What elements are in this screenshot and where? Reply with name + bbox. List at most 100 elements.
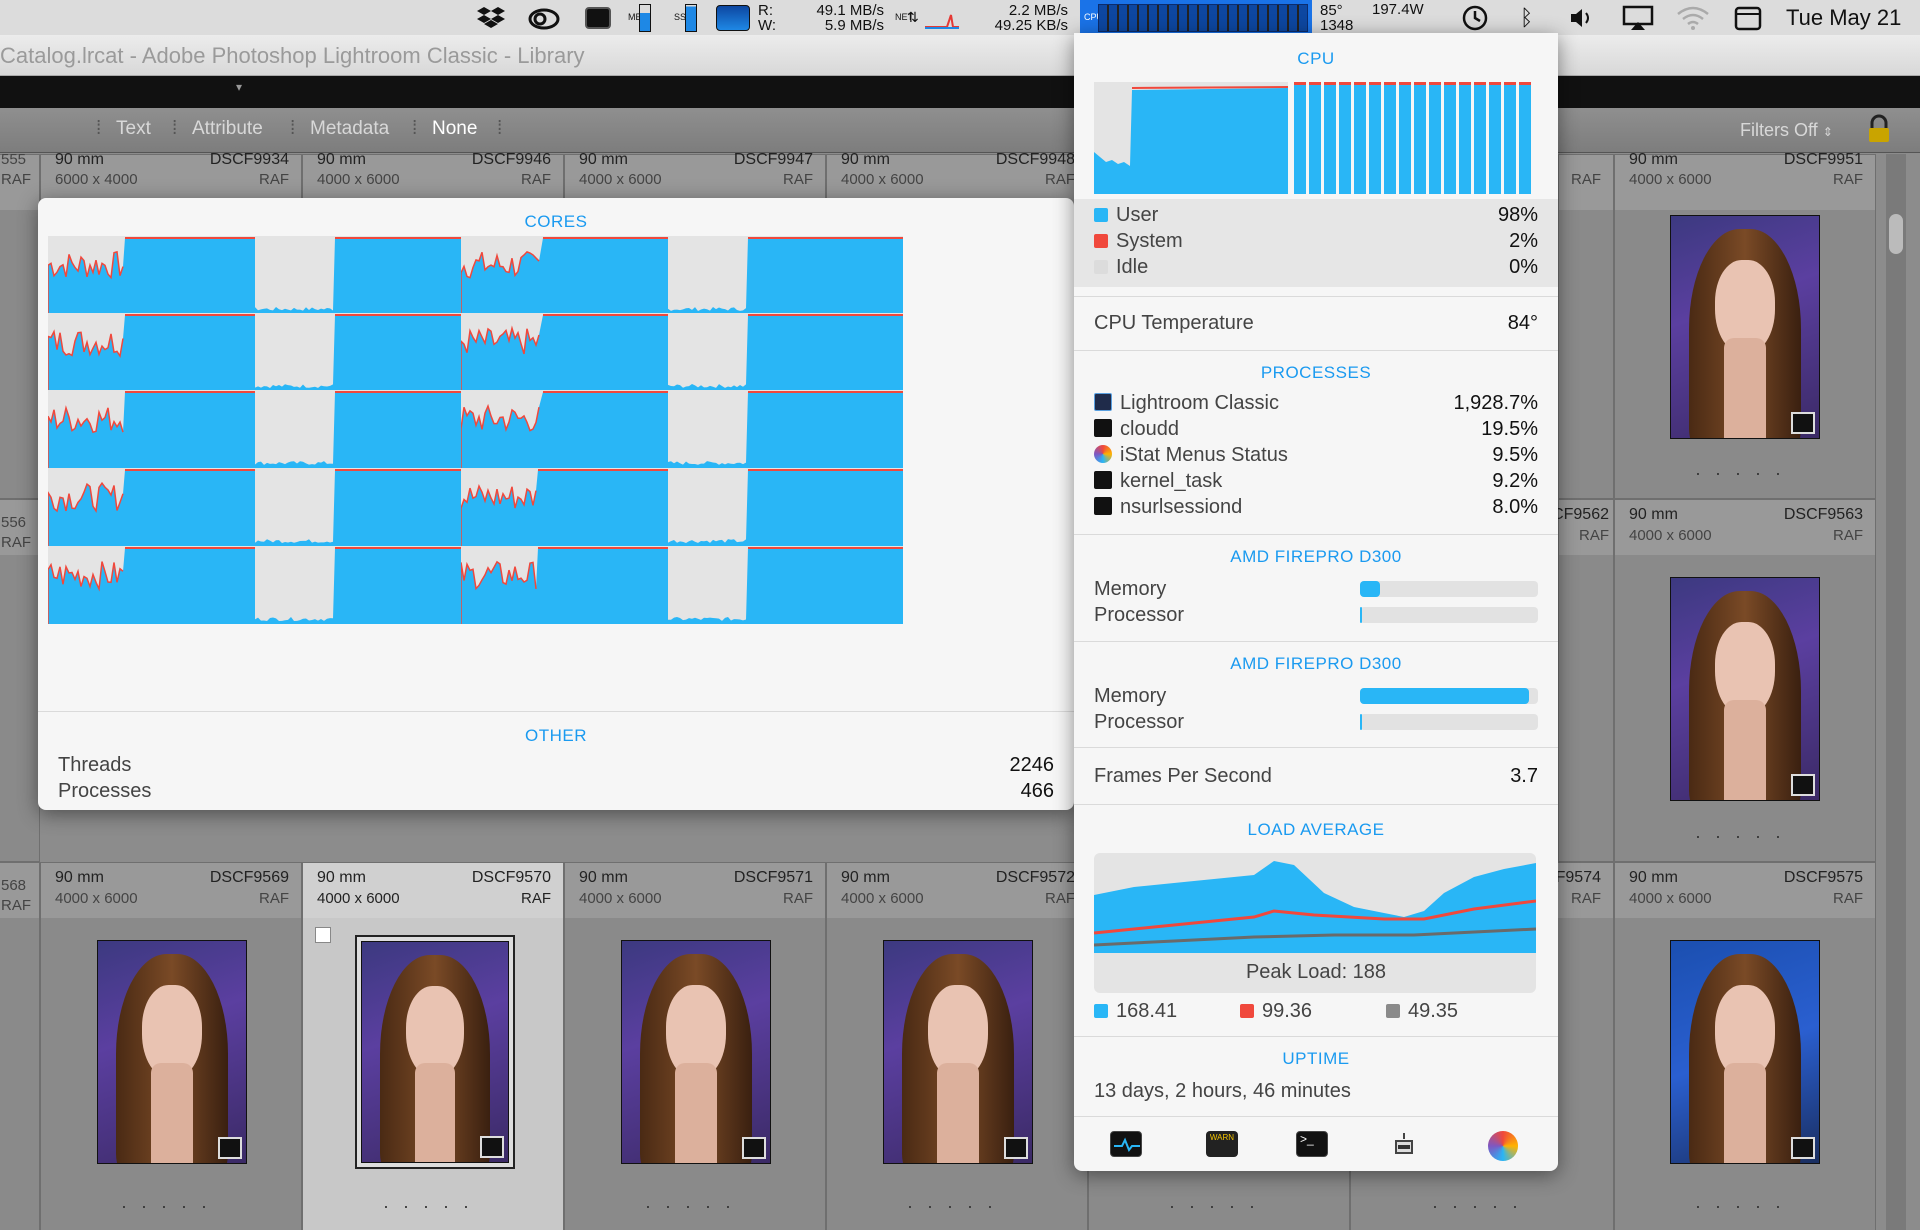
istat-menus-icon[interactable] <box>1488 1131 1518 1161</box>
rating-dots[interactable]: ····· <box>1615 826 1875 847</box>
system-information-icon[interactable] <box>1388 1131 1420 1157</box>
select-checkbox[interactable] <box>315 927 331 943</box>
cpu-panel: CPU User 98% System 2% Idle 0% CPU Temperat… <box>1074 33 1558 1171</box>
clock[interactable]: Tue May 21 <box>1786 0 1901 35</box>
core-bar-system <box>1429 82 1441 85</box>
filter-metadata[interactable]: Metadata <box>310 118 389 140</box>
core-bar <box>1294 82 1306 194</box>
scrollbar[interactable] <box>1886 154 1906 1230</box>
idle-row: Idle 0% <box>1094 255 1538 279</box>
console-icon[interactable]: WARN <box>1206 1131 1238 1157</box>
process-row[interactable]: cloudd 19.5% <box>1094 417 1538 441</box>
process-row[interactable]: Lightroom Classic 1,928.7% <box>1094 391 1538 415</box>
rating-dots[interactable]: ····· <box>565 1196 825 1217</box>
net-monitor: NET ⇅ <box>895 0 959 35</box>
grid-cell[interactable]: 568 RAF <box>0 862 40 1230</box>
core-bar-system <box>1324 82 1336 85</box>
processes-row: Processes 466 <box>58 780 1054 802</box>
photo-thumbnail[interactable] <box>1670 577 1820 801</box>
rating-dots[interactable]: ····· <box>1089 1196 1349 1217</box>
core-bar <box>1429 82 1441 194</box>
photo-thumbnail[interactable] <box>883 940 1033 1164</box>
grid-cell[interactable]: 556 RAF <box>0 499 40 862</box>
gpu1-title: AMD FIREPRO D300 <box>1230 547 1402 566</box>
edited-badge-icon <box>1791 1137 1815 1159</box>
process-row[interactable]: nsurlsessiond 8.0% <box>1094 495 1538 519</box>
memory-monitor-icon[interactable] <box>585 0 611 35</box>
grid-cell[interactable]: DSCF9562 RAF <box>1530 499 1614 862</box>
filters-off-dropdown[interactable]: Filters Off ⇕ <box>1740 120 1833 141</box>
dropbox-icon[interactable] <box>476 0 506 35</box>
process-row[interactable]: iStat Menus Status 9.5% <box>1094 443 1538 467</box>
core-bar <box>1519 82 1531 194</box>
time-machine-icon[interactable] <box>1460 0 1490 35</box>
ssd-bar: SSD <box>674 0 697 35</box>
load-legend: 168.41 99.36 49.35 <box>1094 999 1538 1023</box>
rating-dots[interactable]: ····· <box>827 1196 1087 1217</box>
wifi-icon[interactable] <box>1676 0 1710 35</box>
processes-title: PROCESSES <box>1260 363 1372 382</box>
rating-dots[interactable]: ····· <box>303 1196 563 1217</box>
filter-none[interactable]: None <box>432 118 477 140</box>
core-graph <box>460 390 696 468</box>
filter-attribute[interactable]: Attribute <box>192 118 263 140</box>
bluetooth-icon[interactable]: ᛒ <box>1520 0 1533 35</box>
core-bar <box>1309 82 1321 194</box>
activity-monitor-icon[interactable] <box>1110 1131 1142 1157</box>
grid-cell[interactable]: 90 mm DSCF9563 4000 x 6000 RAF ····· <box>1614 499 1876 862</box>
core-graph <box>668 390 903 468</box>
photo-thumbnail[interactable] <box>97 940 247 1164</box>
core-graph <box>255 390 490 468</box>
process-row[interactable]: kernel_task 9.2% <box>1094 469 1538 493</box>
core-graph <box>668 313 903 391</box>
uptime-value: 13 days, 2 hours, 46 minutes <box>1094 1080 1351 1102</box>
rating-dots[interactable]: ····· <box>1351 1196 1613 1217</box>
core-bar <box>1384 82 1396 194</box>
rating-dots[interactable]: ····· <box>1615 463 1875 484</box>
photo-thumbnail[interactable] <box>621 940 771 1164</box>
core-bar-system <box>1294 82 1306 85</box>
gpu1-memory-bar <box>1360 581 1538 597</box>
lock-icon[interactable] <box>1866 114 1892 150</box>
net-rates: 2.2 MB/s 49.25 KB/s <box>994 1 1068 34</box>
grid-cell[interactable]: 90 mm DSCF9571 4000 x 6000 RAF ····· <box>564 862 826 1230</box>
core-bar-system <box>1414 82 1426 85</box>
grid-cell[interactable]: 90 mm DSCF9569 4000 x 6000 RAF ····· <box>40 862 302 1230</box>
core-bar-system <box>1384 82 1396 85</box>
peak-load: Peak Load: 188 <box>1245 961 1387 983</box>
creative-cloud-icon[interactable] <box>527 0 561 35</box>
core-bar <box>1324 82 1336 194</box>
user-row: User 98% <box>1094 203 1538 227</box>
rating-dots[interactable]: ····· <box>1615 1196 1875 1217</box>
grid-cell-selected[interactable]: 90 mm DSCF9570 4000 x 6000 RAF ····· <box>302 862 564 1230</box>
photo-thumbnail[interactable] <box>361 941 509 1163</box>
terminal-icon[interactable]: >_ <box>1296 1131 1328 1157</box>
core-graph <box>255 236 490 314</box>
cpu-menu-item[interactable]: CPU <box>1080 0 1312 35</box>
core-graph <box>255 468 490 546</box>
volume-icon[interactable] <box>1568 0 1594 35</box>
core-bar-system <box>1489 82 1501 85</box>
mem-bar: MEM <box>628 0 651 35</box>
grid-cell[interactable]: RAF <box>1558 154 1614 499</box>
photo-thumbnail[interactable] <box>1670 940 1820 1164</box>
photo-thumbnail[interactable] <box>1670 215 1820 439</box>
grid-cell[interactable]: 555 RAF <box>0 151 40 499</box>
menu-bar: MEM SSD R:W: 49.1 MB/s5.9 MB/s NET ⇅ 2.2… <box>0 0 1920 35</box>
rating-dots[interactable]: ····· <box>41 1196 301 1217</box>
filter-text[interactable]: Text <box>116 118 151 140</box>
edited-badge-icon <box>480 1136 504 1158</box>
core-graph <box>668 236 903 314</box>
airplay-icon[interactable] <box>1622 0 1654 35</box>
core-bar <box>1339 82 1351 194</box>
terminal-icon <box>1094 497 1112 515</box>
core-bar <box>1459 82 1471 194</box>
calendar-icon[interactable] <box>1734 0 1762 35</box>
grid-cell[interactable]: 90 mm DSCF9575 4000 x 6000 RAF ····· <box>1614 862 1876 1230</box>
uptime-title: UPTIME <box>1282 1049 1350 1068</box>
core-bar <box>1399 82 1411 194</box>
grid-cell[interactable]: 90 mm DSCF9951 4000 x 6000 RAF ····· <box>1614 151 1876 499</box>
grid-cell[interactable]: 90 mm DSCF9572 4000 x 6000 RAF ····· <box>826 862 1088 1230</box>
core-graph <box>255 313 490 391</box>
collapse-arrow-icon[interactable]: ▾ <box>236 80 242 94</box>
